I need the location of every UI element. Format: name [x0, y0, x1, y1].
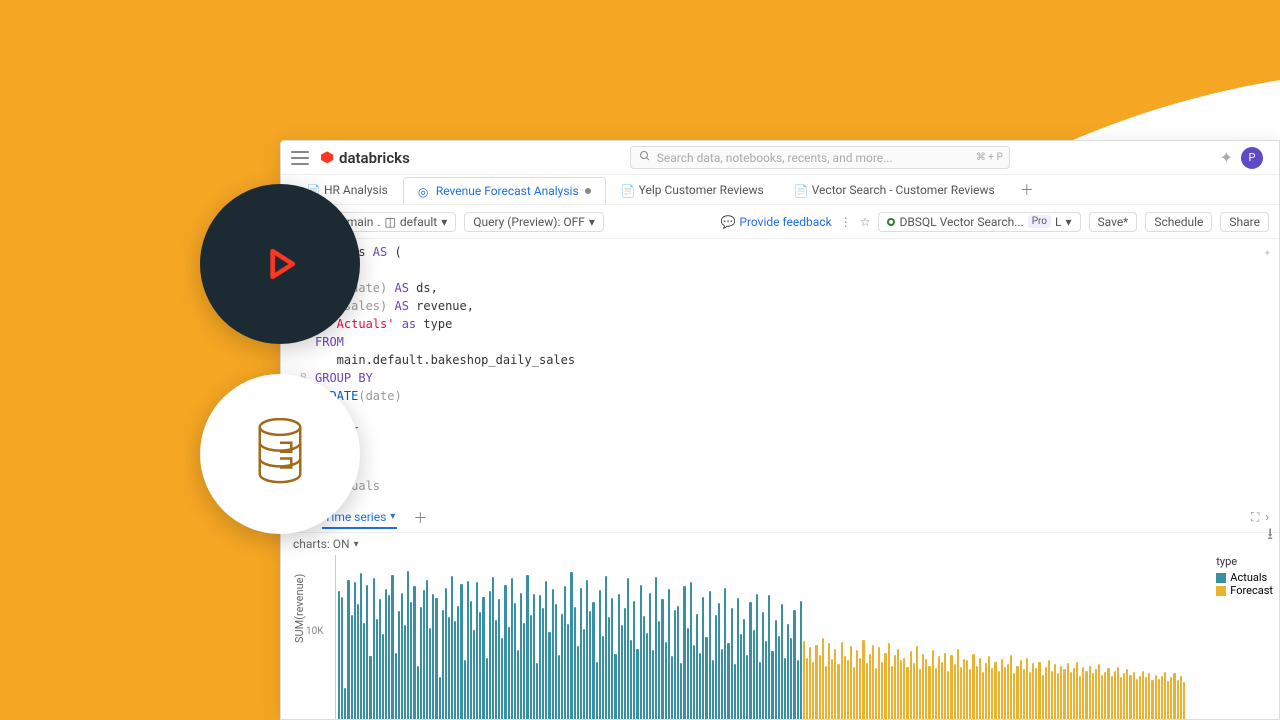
play-icon	[258, 242, 302, 286]
menu-icon[interactable]	[291, 151, 309, 165]
tab-revenue-forecast[interactable]: ◎ Revenue Forecast Analysis	[403, 177, 606, 204]
add-tab-button[interactable]: ＋	[1010, 176, 1044, 204]
unsaved-dot-icon	[585, 188, 591, 194]
provide-feedback-link[interactable]: 💬 Provide feedback	[720, 215, 831, 229]
brand-name: databricks	[339, 149, 410, 167]
avatar[interactable]: P	[1241, 147, 1263, 169]
chart-plot-area[interactable]: 10K 0	[335, 555, 1187, 720]
kebab-icon[interactable]: ⋮	[840, 215, 852, 229]
tab-yelp-reviews[interactable]: 📄 Yelp Customer Reviews	[606, 176, 779, 203]
notebook-icon: ◎	[418, 185, 430, 197]
save-button[interactable]: Save*	[1089, 212, 1138, 232]
chevron-down-icon: ▾	[390, 511, 395, 522]
chat-icon: 💬	[720, 215, 735, 229]
sparkle-icon[interactable]: ✦	[1220, 148, 1233, 167]
star-icon[interactable]: ☆	[860, 215, 871, 229]
status-icon	[887, 218, 895, 226]
expand-icon[interactable]: ⛶	[1251, 510, 1259, 525]
database-icon	[252, 418, 308, 490]
y-axis-label: SUM(revenue)	[293, 574, 306, 643]
editor-sparkle-icon[interactable]: ✦	[1264, 243, 1271, 261]
share-button[interactable]: Share	[1220, 212, 1269, 232]
add-visualization-button[interactable]: ＋	[409, 508, 431, 528]
cluster-selector[interactable]: DBSQL Vector Search... Pro L ▾	[878, 212, 1080, 232]
schedule-button[interactable]: Schedule	[1145, 212, 1212, 232]
search-shortcut: ⌘ + P	[976, 152, 1003, 163]
chevron-down-icon: ▾	[1065, 215, 1071, 229]
chevron-down-icon[interactable]: ▾	[354, 539, 359, 550]
download-icon[interactable]: ⭳	[1267, 523, 1273, 550]
chevron-down-icon: ▾	[441, 215, 447, 229]
chevron-down-icon: ▾	[589, 215, 595, 229]
chart-legend: type Actuals Forecast	[1216, 555, 1273, 597]
notebook-icon: 📄	[794, 184, 806, 196]
chart-options: charts: ON ▾	[281, 533, 1279, 555]
app-window: databricks Search data, notebooks, recen…	[280, 140, 1280, 720]
titlebar: databricks Search data, notebooks, recen…	[281, 141, 1279, 175]
notebook-icon: 📄	[621, 184, 633, 196]
notebook-tabs: 📄 HR Analysis ◎ Revenue Forecast Analysi…	[281, 175, 1279, 205]
tab-vector-search[interactable]: 📄 Vector Search - Customer Reviews	[779, 176, 1010, 203]
play-video-badge[interactable]	[200, 184, 360, 344]
brand: databricks	[319, 149, 410, 167]
search-input[interactable]: Search data, notebooks, recents, and mor…	[630, 146, 1010, 169]
sql-editor[interactable]: 8 9 10 11 actuals AS ( SELECT DATE(date)…	[281, 239, 1279, 503]
results-tabs: s ▾ Time series ▾ ＋ ⛶ ›	[281, 503, 1279, 533]
editor-toolbar: ▾ ☰ main . ◫ default ▾ Query (Preview): …	[281, 205, 1279, 239]
query-mode-toggle[interactable]: Query (Preview): OFF ▾	[464, 212, 604, 232]
schema-icon: ◫	[385, 215, 396, 229]
chart: SUM(revenue) 10K 0 Jan 01, 2024Feb 01, 2…	[281, 555, 1199, 720]
legend-actuals[interactable]: Actuals	[1216, 571, 1273, 584]
search-placeholder: Search data, notebooks, recents, and mor…	[657, 151, 893, 165]
database-badge	[200, 374, 360, 534]
legend-forecast[interactable]: Forecast	[1216, 584, 1273, 597]
databricks-logo-icon	[319, 150, 335, 166]
search-icon	[639, 150, 651, 165]
